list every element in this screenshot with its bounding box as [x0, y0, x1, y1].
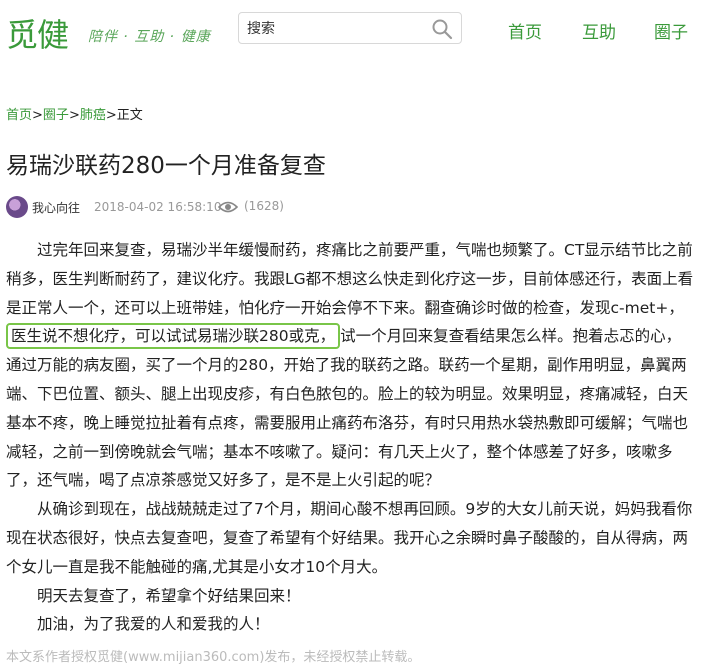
view-count: (1628) — [244, 199, 284, 213]
search-box[interactable] — [238, 12, 462, 44]
breadcrumb-circles[interactable]: 圈子 — [43, 108, 69, 123]
site-slogan: 陪伴 · 互助 · 健康 — [88, 29, 211, 45]
eye-icon — [218, 201, 238, 213]
site-logo[interactable]: 觅健 — [6, 10, 69, 56]
article-paragraph: 明天去复查了，希望拿个好结果回来！ — [37, 586, 301, 605]
copyright-notice: 本文系作者授权觅健(www.mijian360.com)发布，未经授权禁止转载。 — [6, 650, 421, 665]
nav-circles[interactable]: 圈子 — [654, 18, 688, 43]
author-name[interactable]: 我心向往 — [32, 199, 80, 216]
search-input[interactable] — [245, 17, 429, 41]
site-header: 觅健 陪伴 · 互助 · 健康 首页 互助 圈子 — [0, 0, 702, 62]
article-title: 易瑞沙联药280一个月准备复查 — [6, 153, 326, 179]
nav-home[interactable]: 首页 — [508, 18, 542, 43]
breadcrumb-current: 正文 — [116, 108, 143, 123]
article-paragraph: 加油，为了我爱的人和爱我的人！ — [37, 615, 270, 634]
article-paragraph: 过完年回来复查，易瑞沙半年缓慢耐药，疼痛比之前要严重，气喘也频繁了。CT显示结节… — [6, 241, 694, 490]
breadcrumb: 首页>圈子>肺癌>正文 — [6, 108, 143, 123]
search-icon[interactable] — [431, 18, 453, 40]
article-body: 过完年回来复查，易瑞沙半年缓慢耐药，疼痛比之前要严重，气喘也频繁了。CT显示结节… — [6, 236, 694, 639]
highlighted-text: 医生说不想化疗，可以试试易瑞沙联280或克， — [6, 323, 341, 350]
article-paragraph: 从确诊到现在，战战兢兢走过了7个月，期间心酸不想再回顾。9岁的大女儿前天说，妈妈… — [6, 500, 693, 576]
avatar[interactable] — [6, 196, 28, 218]
breadcrumb-home[interactable]: 首页 — [6, 108, 32, 123]
nav-mutual-help[interactable]: 互助 — [582, 18, 616, 43]
breadcrumb-lung-cancer[interactable]: 肺癌 — [80, 108, 106, 123]
post-date: 2018-04-02 16:58:10 — [94, 200, 222, 214]
